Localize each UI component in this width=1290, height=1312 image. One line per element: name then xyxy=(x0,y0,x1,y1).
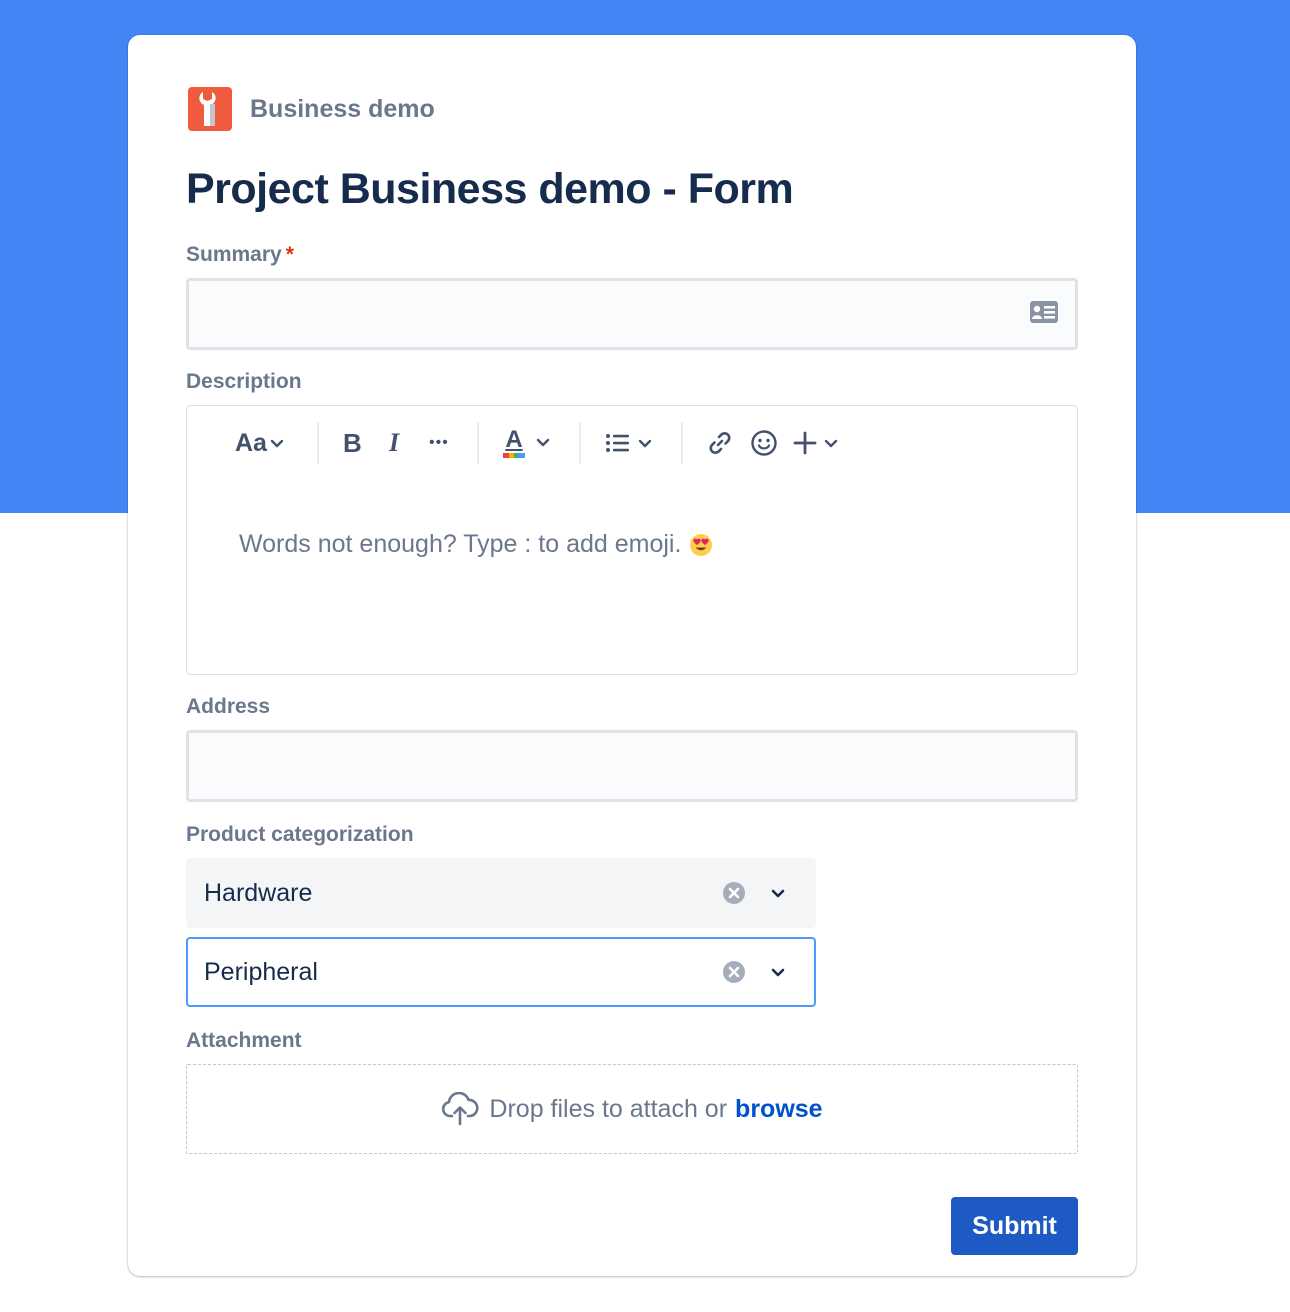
category-level1-select[interactable]: Hardware xyxy=(186,858,816,928)
italic-button[interactable]: I xyxy=(389,426,399,460)
address-label: Address xyxy=(186,695,271,718)
description-placeholder[interactable]: Words not enough? Type : to add emoji. xyxy=(239,530,713,559)
text-color-button[interactable]: A xyxy=(503,424,551,460)
contact-card-icon[interactable] xyxy=(1029,300,1059,329)
emoji-button[interactable] xyxy=(750,428,778,458)
bold-button[interactable]: B xyxy=(343,426,362,460)
summary-input[interactable] xyxy=(186,278,1078,350)
link-button[interactable] xyxy=(707,428,733,458)
address-input[interactable] xyxy=(186,730,1078,802)
clear-icon[interactable] xyxy=(722,881,746,905)
toolbar-divider xyxy=(579,422,581,464)
color-bar-icon xyxy=(503,452,525,458)
more-formatting-button[interactable]: ••• xyxy=(429,426,449,460)
chevron-down-icon xyxy=(536,438,550,447)
description-editor[interactable]: Aa B I ••• A Words not enough? Type: to… xyxy=(186,405,1078,675)
project-name: Business demo xyxy=(250,94,435,123)
insert-button[interactable] xyxy=(793,428,839,458)
wrench-icon xyxy=(199,92,216,126)
category-level2-value: Peripheral xyxy=(204,957,318,986)
page-title: Project Business demo - Form xyxy=(186,165,794,213)
chevron-down-icon[interactable] xyxy=(768,962,788,982)
toolbar-divider xyxy=(681,422,683,464)
emoji-icon xyxy=(751,430,777,456)
attachment-dropzone[interactable]: Drop files to attach or browse xyxy=(186,1064,1078,1154)
chevron-down-icon[interactable] xyxy=(768,883,788,903)
category-level2-select[interactable]: Peripheral xyxy=(186,937,816,1007)
text-style-label: Aa xyxy=(235,428,267,457)
submit-button[interactable]: Submit xyxy=(951,1197,1078,1255)
text-color-label: A xyxy=(505,425,523,453)
heart-eyes-emoji xyxy=(689,533,713,557)
attachment-label: Attachment xyxy=(186,1029,302,1052)
summary-label-text: Summary xyxy=(186,243,282,266)
category-level1-value: Hardware xyxy=(204,878,313,907)
toolbar-divider xyxy=(477,422,479,464)
bold-label: B xyxy=(343,427,362,458)
description-placeholder-text: Words not enough? Type : to add emoji. xyxy=(239,530,682,558)
cloud-upload-icon xyxy=(442,1092,479,1126)
more-formatting-label: ••• xyxy=(429,434,449,451)
chevron-down-icon xyxy=(270,439,284,448)
project-avatar xyxy=(188,87,232,131)
summary-label: Summary * xyxy=(186,243,294,267)
text-style-button[interactable]: Aa xyxy=(235,426,285,460)
bullet-list-icon xyxy=(606,434,629,452)
plus-icon xyxy=(793,431,817,455)
bullet-list-button[interactable] xyxy=(605,428,653,458)
browse-link[interactable]: browse xyxy=(735,1095,823,1124)
italic-label: I xyxy=(389,428,400,457)
required-indicator: * xyxy=(285,243,294,266)
description-label: Description xyxy=(186,370,302,393)
form-card: Business demo Project Business demo - Fo… xyxy=(128,35,1136,1276)
project-header: Business demo xyxy=(188,87,435,131)
drop-files-text: Drop files to attach or xyxy=(489,1094,728,1123)
toolbar-divider xyxy=(317,422,319,464)
link-icon xyxy=(709,432,731,454)
chevron-down-icon xyxy=(638,439,652,448)
clear-icon[interactable] xyxy=(722,960,746,984)
product-categorization-label: Product categorization xyxy=(186,823,414,846)
chevron-down-icon xyxy=(824,439,838,448)
